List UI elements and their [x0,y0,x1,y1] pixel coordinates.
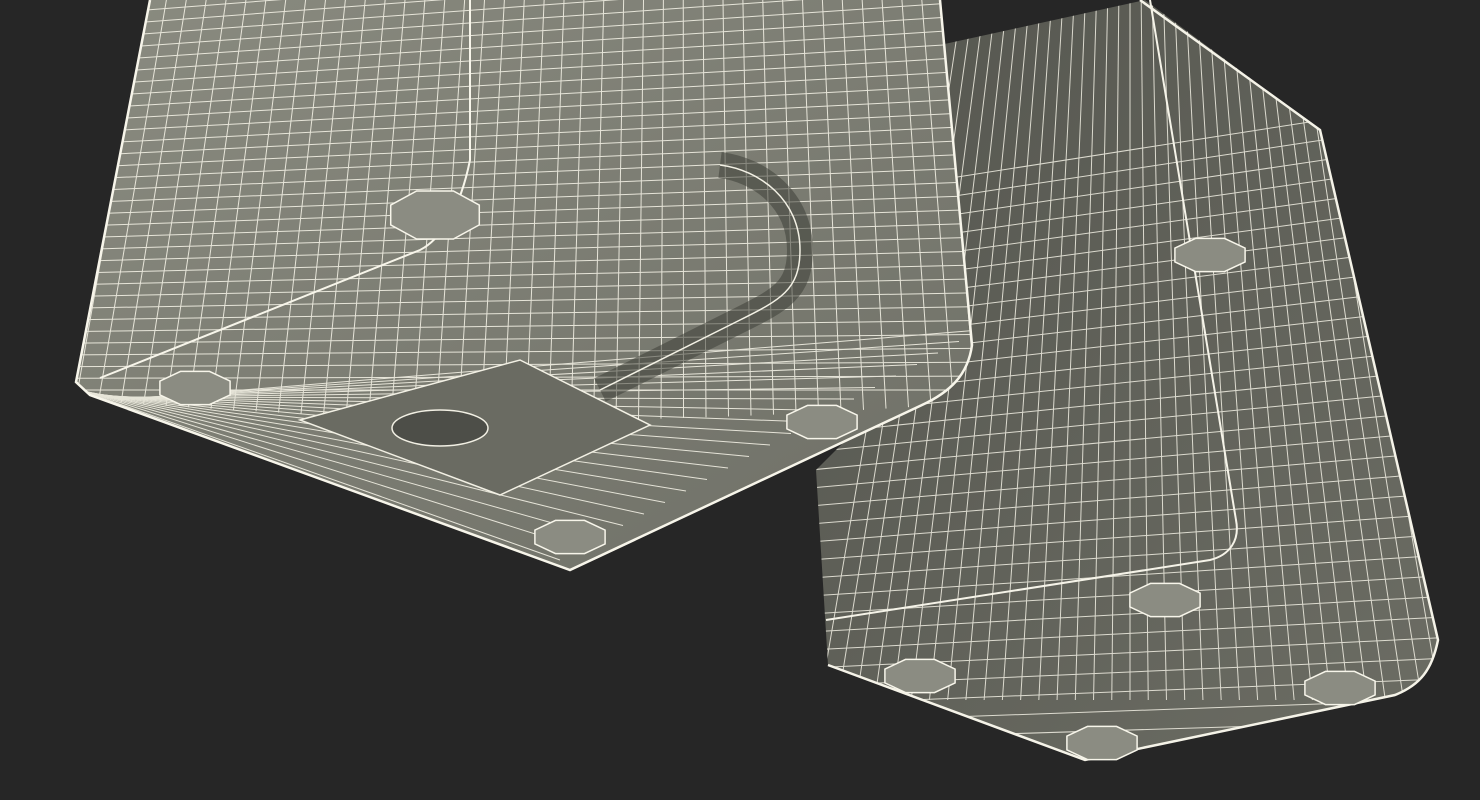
screw-boss [1066,725,1138,761]
screw-boss [884,658,956,694]
screw-boss [786,404,858,440]
screw-boss [389,190,481,240]
power-socket [391,409,489,447]
screw-boss [1129,582,1201,618]
wireframe-render [0,0,1480,800]
screw-boss [159,370,231,406]
screw-boss [1174,237,1246,273]
screw-boss [1304,670,1376,706]
screw-boss [534,519,606,555]
viewport [0,0,1480,800]
